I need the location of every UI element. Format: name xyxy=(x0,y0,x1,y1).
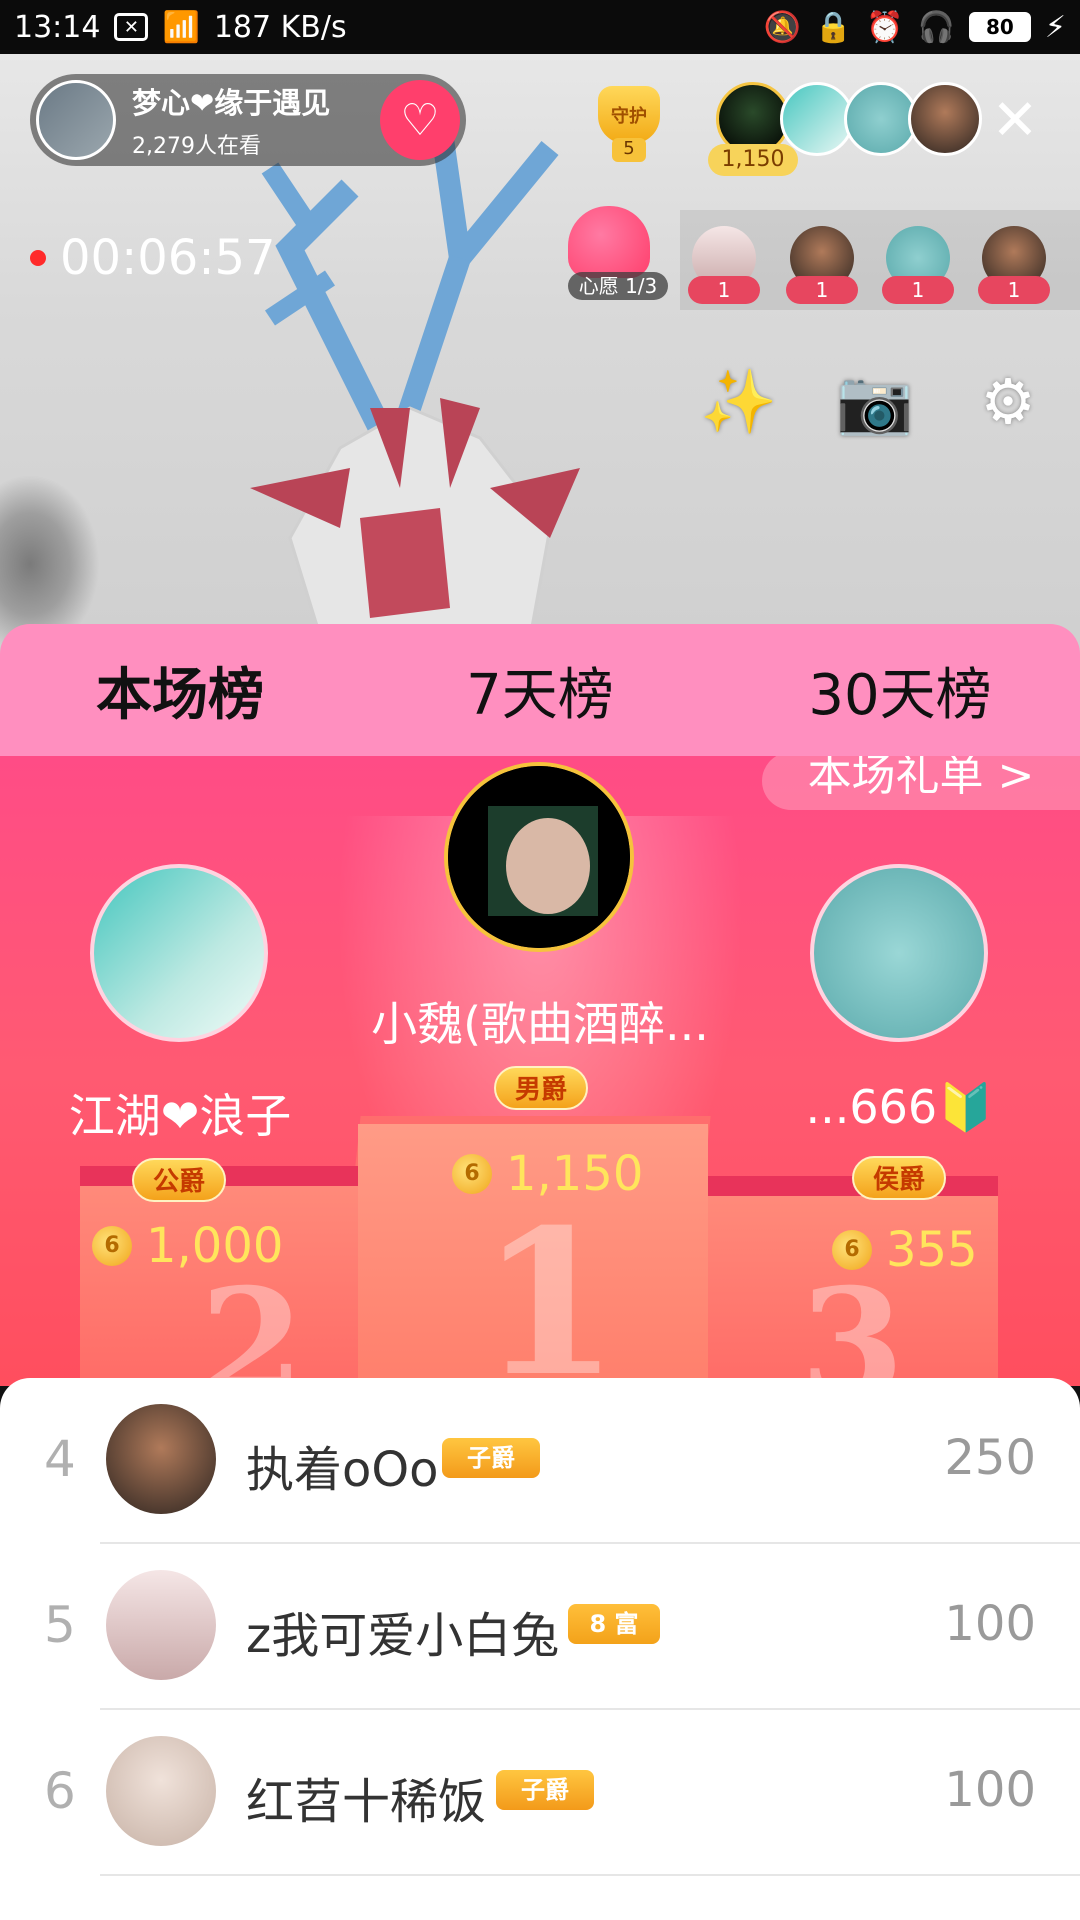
third-place-avatar[interactable] xyxy=(810,864,988,1042)
second-place-score: 6 1,000 xyxy=(92,1218,283,1274)
tab-7-days[interactable]: 7天榜 xyxy=(360,650,720,731)
top-contributor-value: 1,150 xyxy=(708,144,798,176)
fan-count: 1 xyxy=(786,276,858,304)
third-place-value: 355 xyxy=(886,1222,978,1278)
notification-icon: ✕ xyxy=(114,13,149,41)
row-value: 100 xyxy=(944,1596,1036,1652)
list-item[interactable]: 6 红苕十稀饭 子爵 100 xyxy=(0,1710,1080,1876)
ranking-list: 4 执着oOo 子爵 250 5 z我可爱小白兔 8 富 100 6 红苕十稀饭… xyxy=(0,1378,1080,1920)
camera-flip-icon[interactable]: 📷 xyxy=(836,366,913,438)
row-badge: 子爵 xyxy=(442,1438,540,1478)
headphones-icon: 🎧 xyxy=(917,9,955,45)
lock-rotation-icon: 🔒 xyxy=(814,9,853,45)
row-name: 执着oOo xyxy=(246,1442,439,1498)
host-avatar[interactable] xyxy=(36,80,116,160)
follow-heart-button[interactable]: ♡ xyxy=(380,80,460,160)
tab-30-days[interactable]: 30天榜 xyxy=(720,650,1080,731)
contributor-avatar[interactable] xyxy=(908,82,982,156)
fan-count: 1 xyxy=(978,276,1050,304)
gift-list-button[interactable]: 本场礼单 > xyxy=(762,756,1080,810)
battery-icon: 80 xyxy=(968,12,1031,42)
row-badge: 8 富 xyxy=(568,1604,660,1644)
third-place-name: ...666🔰 xyxy=(805,1080,995,1134)
fan-count: 1 xyxy=(882,276,954,304)
recording-dot xyxy=(30,250,46,266)
third-place-score: 6 355 xyxy=(832,1222,978,1278)
alarm-icon: ⏰ xyxy=(866,9,904,45)
row-value: 250 xyxy=(944,1430,1036,1486)
third-place-badge: 侯爵 xyxy=(852,1156,946,1200)
mute-icon: 🔕 xyxy=(763,9,801,45)
row-rank: 6 xyxy=(44,1762,76,1820)
coin-icon: 6 xyxy=(452,1154,492,1194)
fan-count: 1 xyxy=(688,276,760,304)
coin-icon: 6 xyxy=(832,1230,872,1270)
second-place-name: 江湖❤浪子 xyxy=(68,1089,292,1143)
wifi-icon: 📶 xyxy=(162,9,200,45)
status-time: 13:14 xyxy=(14,9,101,45)
tab-label: 7天榜 xyxy=(466,662,614,728)
first-place-avatar[interactable] xyxy=(444,762,634,952)
row-avatar[interactable] xyxy=(106,1570,216,1680)
fan-strip[interactable]: 1 1 1 1 xyxy=(680,210,1080,310)
row-avatar[interactable] xyxy=(106,1404,216,1514)
contributor-avatar[interactable] xyxy=(844,82,918,156)
podium-place-2: 2 xyxy=(200,1256,305,1386)
tab-this-show[interactable]: 本场榜 xyxy=(0,650,360,767)
row-badge: 子爵 xyxy=(496,1770,594,1810)
row-name: 红苕十稀饭 xyxy=(246,1774,487,1830)
wish-progress: 心愿 1/3 xyxy=(568,272,668,300)
podium-section: 本场礼单 > 2 1 3 小魏(歌曲酒醉... 男爵 6 1,150 江湖❤浪子… xyxy=(0,756,1080,1386)
live-timer: 00:06:57 xyxy=(30,230,276,286)
charging-icon: ⚡ xyxy=(1044,9,1066,45)
viewer-count: 2,279人在看 xyxy=(132,134,261,159)
first-place-badge: 男爵 xyxy=(494,1066,588,1110)
list-item[interactable]: 4 执着oOo 子爵 250 xyxy=(0,1378,1080,1544)
close-icon[interactable]: ✕ xyxy=(990,93,1040,149)
divider xyxy=(100,1874,1080,1876)
row-avatar[interactable] xyxy=(106,1736,216,1846)
heart-plus-icon: ♡ xyxy=(400,94,440,146)
guard-count: 5 xyxy=(612,138,646,162)
guard-crown-icon: 守护 xyxy=(598,86,660,144)
second-place-avatar[interactable] xyxy=(90,864,268,1042)
magic-wand-icon[interactable]: ✨ xyxy=(700,366,777,438)
first-place-value: 1,150 xyxy=(506,1146,644,1202)
host-info-pill[interactable]: 梦心❤缘于遇见 2,279人在看 ♡ xyxy=(30,74,466,166)
timer-text: 00:06:57 xyxy=(60,230,276,286)
row-rank: 4 xyxy=(44,1430,76,1488)
list-item[interactable]: 5 z我可爱小白兔 8 富 100 xyxy=(0,1544,1080,1710)
coin-icon: 6 xyxy=(92,1226,132,1266)
row-value: 100 xyxy=(944,1762,1036,1818)
status-bar: 13:14 ✕ 📶 187 KB/s 🔕 🔒 ⏰ 🎧 80 ⚡ xyxy=(0,0,1080,54)
guard-badge[interactable]: 守护 5 xyxy=(584,80,674,166)
wish-heart-icon xyxy=(568,206,650,278)
wish-widget[interactable]: 心愿 1/3 xyxy=(568,206,668,300)
settings-icon[interactable]: ⚙ xyxy=(972,366,1044,438)
first-place-score: 6 1,150 xyxy=(452,1146,643,1202)
host-name: 梦心❤缘于遇见 xyxy=(132,86,331,120)
tab-label: 本场榜 xyxy=(96,662,264,728)
second-place-badge: 公爵 xyxy=(132,1158,226,1202)
first-place-name: 小魏(歌曲酒醉... xyxy=(371,997,709,1051)
tab-label: 30天榜 xyxy=(808,662,992,728)
second-place-value: 1,000 xyxy=(146,1218,284,1274)
first-place-photo xyxy=(448,766,630,948)
deer-head-decor xyxy=(250,108,580,674)
ranking-tabs: 本场榜 7天榜 30天榜 xyxy=(0,624,1080,767)
contributor-avatar[interactable] xyxy=(780,82,854,156)
network-speed: 187 KB/s xyxy=(213,9,347,45)
row-name: z我可爱小白兔 xyxy=(246,1608,560,1664)
row-rank: 5 xyxy=(44,1596,76,1654)
podium-place-1: 1 xyxy=(480,1186,620,1386)
